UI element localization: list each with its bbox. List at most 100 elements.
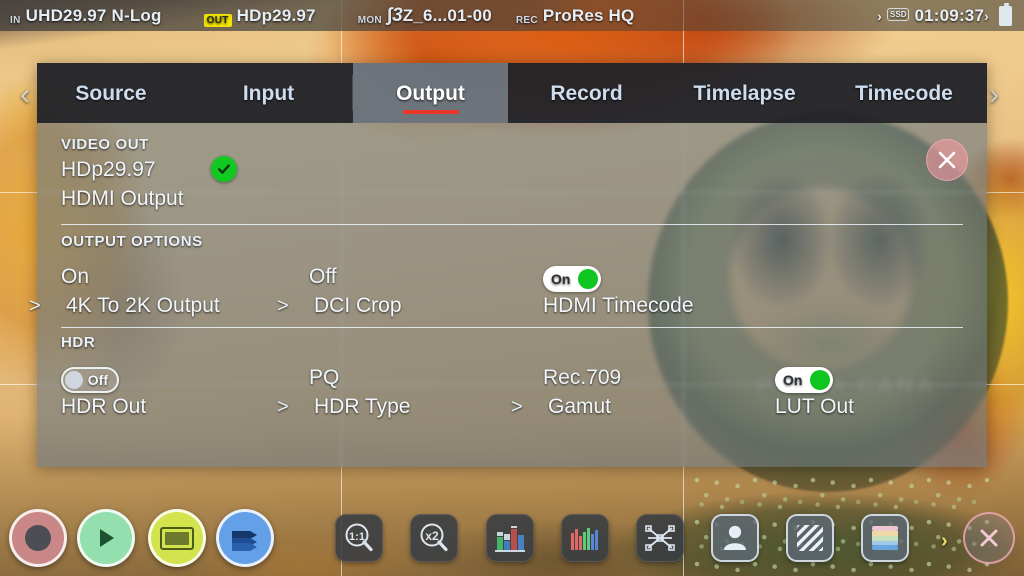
status-input-tag: IN [10, 14, 21, 26]
settings-panel: Source Input Output Record Timelapse Tim… [29, 63, 987, 467]
status-output-tag: OUT [203, 13, 232, 27]
status-output-value: HDp29.97 [236, 5, 316, 25]
skintone-button[interactable] [711, 514, 759, 562]
status-record[interactable]: REC ProRes HQ [516, 6, 635, 26]
setting-hdr-type-value: PQ [309, 366, 340, 389]
chevron-left-icon[interactable]: ‹ [20, 80, 30, 110]
toggle-lut-out[interactable]: On [775, 367, 833, 393]
settings-row-hdr: Off HDR Out PQ > HDR Type Rec.709 > Gamu… [61, 351, 963, 431]
setting-hdr-type[interactable]: PQ > HDR Type [277, 361, 411, 419]
rgb-parade-icon [571, 528, 598, 550]
chevron-right-icon-4k: > [29, 294, 41, 317]
play-icon [100, 529, 114, 547]
zebra-button[interactable] [786, 514, 834, 562]
setting-hdmi-output-label: HDMI Output [61, 187, 184, 210]
tab-input[interactable]: Input [185, 63, 352, 123]
status-input-value: UHD29.97 N-Log [25, 5, 162, 25]
setting-hdr-type-text: HDR Type [314, 395, 411, 418]
setting-4k-to-2k-output-text: 4K To 2K Output [66, 294, 220, 317]
rgb-parade-button[interactable] [561, 514, 609, 562]
tab-source[interactable]: Source [37, 63, 185, 123]
setting-lut-out-control[interactable]: On [775, 361, 854, 395]
vectorscope-button[interactable] [636, 514, 684, 562]
false-color-icon [872, 526, 898, 550]
setting-4k-to-2k-output-value: On [61, 265, 90, 288]
status-monitor[interactable]: MON ∫3 Z_6...01-00 [358, 5, 492, 27]
settings-row-output-options: On > 4K To 2K Output Off > DCI Crop On H… [29, 250, 963, 338]
settings-row-video-out: HDp29.97 HDMI Output [61, 153, 963, 239]
monitor-icon [160, 526, 194, 550]
checkmark-icon [211, 156, 237, 182]
setting-gamut[interactable]: Rec.709 > Gamut [511, 361, 622, 419]
monitor-button[interactable] [148, 509, 206, 567]
zoom-2x-button[interactable]: x2 [410, 514, 458, 562]
status-output[interactable]: OUT HDp29.97 [203, 5, 316, 27]
setting-hdr-out-label: HDR Out [61, 395, 147, 418]
waveform-button[interactable] [486, 514, 534, 562]
toolbar-next-chevron-icon[interactable]: › [941, 530, 948, 553]
tab-timelapse[interactable]: Timelapse [665, 63, 824, 123]
tab-input-label: Input [242, 81, 295, 105]
record-icon [25, 525, 51, 551]
setting-hdmi-output[interactable]: HDp29.97 HDMI Output [61, 153, 184, 211]
zoom-1to1-icon: 1:1 [345, 523, 373, 552]
hdmi-output-status [211, 156, 237, 182]
setting-hdmi-timecode-label: HDMI Timecode [543, 294, 694, 317]
status-media[interactable]: › SSD 01:09:37 › [877, 6, 989, 26]
chevron-right-icon-gamut: > [511, 395, 523, 418]
exit-button[interactable] [963, 512, 1015, 564]
toggle-lut-out-state: On [783, 372, 803, 388]
setting-hdmi-timecode[interactable]: On HDMI Timecode [543, 260, 694, 318]
chevron-right-icon[interactable]: › [989, 80, 999, 110]
toggle-hdr-out[interactable]: Off [61, 367, 119, 393]
setting-hdmi-output-value: HDp29.97 [61, 158, 156, 181]
setting-4k-to-2k-output[interactable]: On > 4K To 2K Output [29, 260, 220, 318]
setting-hdmi-timecode-control[interactable]: On [543, 260, 694, 294]
false-color-button[interactable] [861, 514, 909, 562]
tab-timecode[interactable]: Timecode [824, 63, 984, 123]
setting-hdr-type-label: > HDR Type [277, 395, 411, 419]
toggle-knob [578, 269, 598, 289]
svg-text:1:1: 1:1 [349, 531, 365, 543]
battery-icon [999, 2, 1012, 26]
setting-gamut-value: Rec.709 [543, 366, 622, 389]
media-chevron-left-icon: › [877, 7, 883, 24]
setting-lut-out[interactable]: On LUT Out [775, 361, 854, 419]
setting-dci-crop-text: DCI Crop [314, 294, 402, 317]
lut-icon: ∫3 [386, 4, 403, 26]
tab-record[interactable]: Record [508, 63, 665, 123]
active-tab-indicator [402, 110, 459, 114]
section-title-video-out: VIDEO OUT [61, 136, 149, 153]
tab-output[interactable]: Output [353, 63, 508, 123]
toggle-hdr-out-state: Off [87, 372, 108, 388]
setting-gamut-label: > Gamut [511, 395, 621, 419]
tab-timelapse-label: Timelapse [693, 81, 796, 105]
status-monitor-tag: MON [357, 14, 382, 26]
toggle-knob [810, 370, 830, 390]
zoom-2x-icon: x2 [420, 523, 448, 552]
tab-bar: Source Input Output Record Timelapse Tim… [37, 63, 987, 123]
tab-output-label: Output [396, 81, 465, 105]
section-divider-1 [61, 223, 963, 225]
setting-hdr-out-control[interactable]: Off [61, 361, 146, 395]
media-chevron-right-icon: › [984, 7, 989, 24]
status-input[interactable]: IN UHD29.97 N-Log [10, 6, 162, 26]
tab-timecode-label: Timecode [855, 81, 953, 105]
panel-body: VIDEO OUT HDp29.97 HDMI Output OUTPUT OP… [29, 136, 987, 431]
chevron-right-icon-hdrtype: > [277, 395, 289, 418]
close-icon [980, 529, 998, 547]
status-record-value: ProRes HQ [542, 5, 635, 25]
status-bar: IN UHD29.97 N-Log OUT HDp29.97 MON ∫3 Z_… [0, 0, 1024, 31]
library-icon [232, 531, 257, 551]
play-button[interactable] [77, 509, 135, 567]
toggle-hdmi-timecode[interactable]: On [543, 266, 601, 292]
setting-hdr-out[interactable]: Off HDR Out [61, 361, 146, 419]
svg-text:x2: x2 [425, 529, 439, 543]
setting-lut-out-label: LUT Out [775, 395, 854, 418]
zoom-1to1-button[interactable]: 1:1 [335, 514, 383, 562]
tab-record-label: Record [550, 81, 623, 105]
library-button[interactable] [216, 509, 274, 567]
setting-dci-crop[interactable]: Off > DCI Crop [277, 260, 402, 318]
record-button[interactable] [9, 509, 67, 567]
tab-source-label: Source [75, 81, 147, 105]
